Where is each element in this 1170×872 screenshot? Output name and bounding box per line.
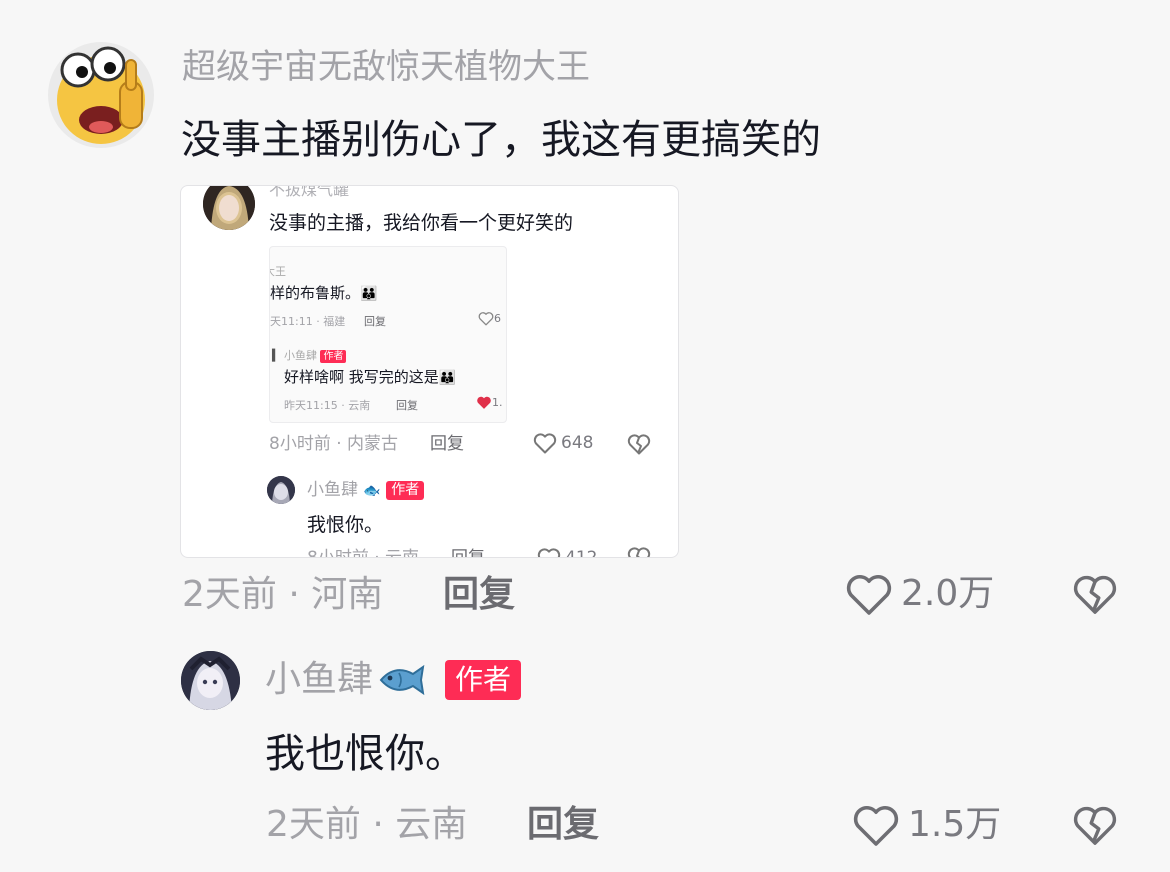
screenshot-reply-text: 我恨你。: [307, 514, 384, 536]
nested-author-text: 好样啥啊 我写完的这是👪: [284, 367, 456, 388]
commenter-avatar[interactable]: [48, 42, 154, 148]
comment-screenshot-image[interactable]: 不拔煤气罐 没事的主播，我给你看一个更好笑的 植物大王 样的布鲁斯。👪 天11:…: [180, 185, 679, 558]
screenshot-likes-count: 648: [561, 433, 594, 453]
screenshot-reply-button: 回复: [430, 434, 464, 454]
reply-reply-button[interactable]: 回复: [527, 802, 599, 848]
screenshot-reply-author-badge: 作者: [386, 480, 425, 500]
author-reply-text: 我也恨你。: [265, 731, 465, 777]
nested-author-badge: 作者: [320, 349, 347, 363]
heart-outline-icon: [846, 574, 892, 615]
screenshot-commenter-username: 不拔煤气罐: [269, 185, 350, 199]
nested-author-likes: 1.: [476, 395, 503, 410]
heart-outline-icon: [533, 433, 557, 454]
comment-like-button[interactable]: 2.0万: [845, 570, 994, 618]
broken-heart-icon: [627, 547, 651, 557]
broken-heart-icon[interactable]: [1072, 573, 1118, 615]
screenshot-reply-likes-count: 412: [565, 548, 598, 558]
heart-outline-icon: [853, 805, 899, 846]
screenshot-commenter-avatar: [203, 186, 255, 230]
nested-author-name-row: ▍ 小鱼肆 作者: [272, 347, 347, 363]
broken-heart-icon: [627, 434, 651, 455]
comment-text: 没事主播别伤心了，我这有更搞笑的: [181, 117, 821, 163]
girl-avatar-icon: [203, 186, 255, 230]
screenshot-reply-username: 小鱼肆: [307, 480, 358, 500]
nested-author-likes-count: 1.: [492, 396, 503, 409]
screenshot-comment-text: 没事的主播，我给你看一个更好笑的: [269, 212, 574, 234]
anime-avatar-icon: [181, 651, 240, 710]
nested-username: 植物大王: [270, 265, 286, 278]
group-emoji-icon: 👪: [360, 286, 378, 302]
broken-heart-icon[interactable]: [1072, 804, 1118, 846]
nested-author-name: 小鱼肆: [283, 349, 317, 362]
nested-reply-button: 回复: [364, 315, 386, 328]
nested-comment-text-label: 样的布鲁斯。: [270, 284, 361, 302]
group-emoji-icon: 👪: [438, 370, 457, 386]
author-username[interactable]: 小鱼肆: [265, 656, 373, 704]
screenshot-reply-meta: 8小时前 · 云南: [307, 548, 420, 558]
reply-time-location: 2天前 · 云南: [266, 804, 468, 845]
nested-likes-count: 6: [494, 312, 501, 325]
reply-like-button[interactable]: 1.5万: [852, 801, 1001, 849]
heart-filled-icon: [477, 396, 491, 409]
reply-like-count: 1.5万: [908, 804, 1002, 845]
fish-icon: [379, 664, 425, 696]
nested-likes: 6: [478, 311, 501, 326]
screenshot-likes: 648: [533, 431, 593, 455]
author-username-row: 小鱼肆 作者: [265, 656, 522, 704]
author-badge: 作者: [445, 660, 522, 700]
comment-reply-button[interactable]: 回复: [443, 572, 515, 618]
nested-author-meta: 昨天11:15 · 云南: [284, 399, 371, 412]
screenshot-reply-likes: 412: [537, 546, 598, 558]
emoji-face-avatar-icon: [57, 46, 145, 144]
nested-comment-text: 样的布鲁斯。👪: [270, 283, 377, 304]
nested-author-text-label: 好样啥啊 我写完的这是: [284, 368, 439, 386]
commenter-username[interactable]: 超级宇宙无敌惊天植物大王: [182, 44, 590, 90]
screenshot-reply-avatar: [267, 476, 295, 504]
comment-time-location: 2天前 · 河南: [182, 574, 384, 615]
heart-outline-icon: [478, 312, 494, 326]
comment-like-count: 2.0万: [901, 573, 995, 614]
anime-avatar-icon: [267, 476, 295, 504]
screenshot-reply-reply-button: 回复: [451, 548, 485, 558]
nested-screenshot-image: 植物大王 样的布鲁斯。👪 天11:11 · 福建 回复 6 ▍ 小鱼肆 作者 好…: [269, 246, 507, 423]
nested-meta: 天11:11 · 福建: [270, 315, 346, 328]
author-avatar[interactable]: [181, 651, 240, 710]
heart-outline-icon: [537, 548, 561, 557]
screenshot-meta: 8小时前 · 内蒙古: [269, 434, 399, 454]
nested-author-reply-button: 回复: [396, 399, 418, 412]
fish-icon: 🐟: [363, 483, 381, 499]
screenshot-reply-username-row: 小鱼肆 🐟 作者: [307, 478, 425, 503]
